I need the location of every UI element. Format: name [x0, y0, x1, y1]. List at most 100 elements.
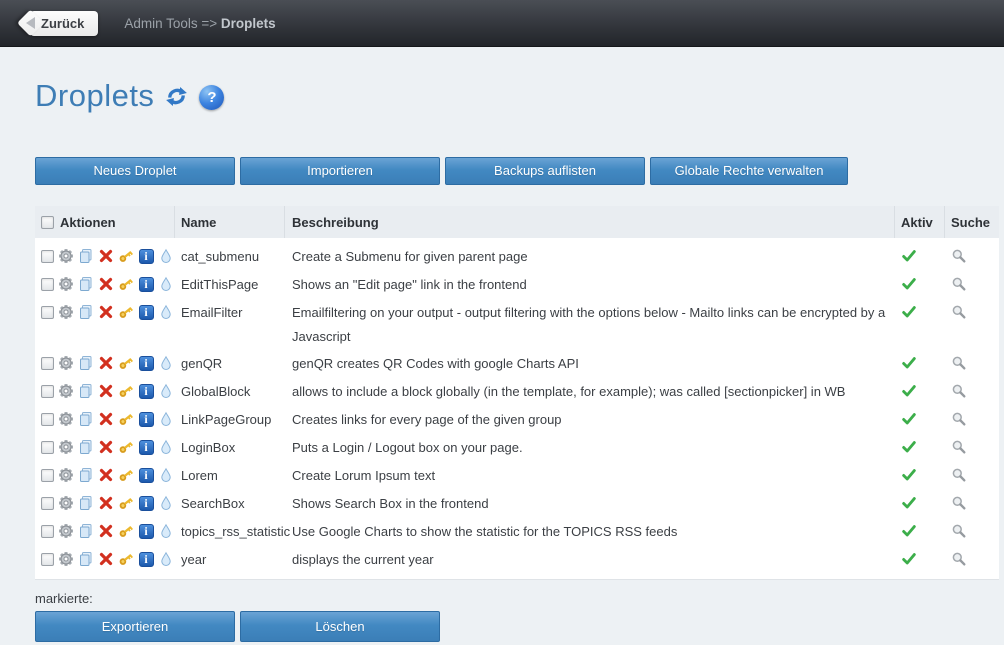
modify-gear-icon[interactable]	[58, 411, 74, 427]
info-icon[interactable]: i	[138, 495, 154, 511]
row-checkbox[interactable]	[41, 441, 54, 454]
copy-icon[interactable]	[78, 439, 94, 455]
search-icon[interactable]	[951, 383, 967, 399]
info-icon[interactable]: i	[138, 248, 154, 264]
search-icon[interactable]	[951, 248, 967, 264]
permissions-key-icon[interactable]	[118, 495, 134, 511]
active-check-icon[interactable]	[901, 383, 917, 399]
info-icon[interactable]: i	[138, 439, 154, 455]
import-button[interactable]: Importieren	[240, 157, 440, 185]
droplet-icon[interactable]	[158, 523, 174, 539]
active-check-icon[interactable]	[901, 439, 917, 455]
delete-icon[interactable]	[98, 304, 114, 320]
delete-icon[interactable]	[98, 411, 114, 427]
modify-gear-icon[interactable]	[58, 248, 74, 264]
global-permissions-button[interactable]: Globale Rechte verwalten	[650, 157, 848, 185]
info-icon[interactable]: i	[138, 411, 154, 427]
modify-gear-icon[interactable]	[58, 355, 74, 371]
active-check-icon[interactable]	[901, 551, 917, 567]
droplet-icon[interactable]	[158, 383, 174, 399]
search-icon[interactable]	[951, 467, 967, 483]
modify-gear-icon[interactable]	[58, 383, 74, 399]
search-icon[interactable]	[951, 276, 967, 292]
row-checkbox[interactable]	[41, 413, 54, 426]
copy-icon[interactable]	[78, 467, 94, 483]
modify-gear-icon[interactable]	[58, 523, 74, 539]
modify-gear-icon[interactable]	[58, 439, 74, 455]
delete-icon[interactable]	[98, 467, 114, 483]
back-button[interactable]: Zurück	[30, 11, 98, 36]
copy-icon[interactable]	[78, 383, 94, 399]
droplet-icon[interactable]	[158, 248, 174, 264]
droplet-icon[interactable]	[158, 551, 174, 567]
permissions-key-icon[interactable]	[118, 355, 134, 371]
droplet-icon[interactable]	[158, 439, 174, 455]
row-checkbox[interactable]	[41, 553, 54, 566]
modify-gear-icon[interactable]	[58, 495, 74, 511]
permissions-key-icon[interactable]	[118, 276, 134, 292]
row-checkbox[interactable]	[41, 357, 54, 370]
delete-icon[interactable]	[98, 248, 114, 264]
active-check-icon[interactable]	[901, 276, 917, 292]
delete-icon[interactable]	[98, 495, 114, 511]
search-icon[interactable]	[951, 411, 967, 427]
active-check-icon[interactable]	[901, 411, 917, 427]
droplet-icon[interactable]	[158, 411, 174, 427]
row-checkbox[interactable]	[41, 306, 54, 319]
permissions-key-icon[interactable]	[118, 304, 134, 320]
copy-icon[interactable]	[78, 276, 94, 292]
info-icon[interactable]: i	[138, 304, 154, 320]
row-checkbox[interactable]	[41, 497, 54, 510]
copy-icon[interactable]	[78, 304, 94, 320]
row-checkbox[interactable]	[41, 250, 54, 263]
droplet-icon[interactable]	[158, 276, 174, 292]
droplet-icon[interactable]	[158, 495, 174, 511]
droplet-icon[interactable]	[158, 304, 174, 320]
droplet-icon[interactable]	[158, 467, 174, 483]
permissions-key-icon[interactable]	[118, 523, 134, 539]
search-icon[interactable]	[951, 439, 967, 455]
copy-icon[interactable]	[78, 355, 94, 371]
search-icon[interactable]	[951, 495, 967, 511]
info-icon[interactable]: i	[138, 276, 154, 292]
export-button[interactable]: Exportieren	[35, 611, 235, 642]
permissions-key-icon[interactable]	[118, 551, 134, 567]
delete-icon[interactable]	[98, 276, 114, 292]
active-check-icon[interactable]	[901, 355, 917, 371]
search-icon[interactable]	[951, 523, 967, 539]
search-icon[interactable]	[951, 304, 967, 320]
refresh-icon[interactable]	[163, 84, 190, 112]
row-checkbox[interactable]	[41, 385, 54, 398]
delete-icon[interactable]	[98, 551, 114, 567]
row-checkbox[interactable]	[41, 469, 54, 482]
active-check-icon[interactable]	[901, 304, 917, 320]
delete-icon[interactable]	[98, 439, 114, 455]
permissions-key-icon[interactable]	[118, 467, 134, 483]
row-checkbox[interactable]	[41, 525, 54, 538]
droplet-icon[interactable]	[158, 355, 174, 371]
copy-icon[interactable]	[78, 495, 94, 511]
row-checkbox[interactable]	[41, 278, 54, 291]
permissions-key-icon[interactable]	[118, 439, 134, 455]
select-all-checkbox[interactable]	[41, 216, 54, 229]
permissions-key-icon[interactable]	[118, 411, 134, 427]
active-check-icon[interactable]	[901, 248, 917, 264]
list-backups-button[interactable]: Backups auflisten	[445, 157, 645, 185]
info-icon[interactable]: i	[138, 523, 154, 539]
copy-icon[interactable]	[78, 411, 94, 427]
modify-gear-icon[interactable]	[58, 276, 74, 292]
permissions-key-icon[interactable]	[118, 383, 134, 399]
delete-icon[interactable]	[98, 355, 114, 371]
search-icon[interactable]	[951, 355, 967, 371]
permissions-key-icon[interactable]	[118, 248, 134, 264]
search-icon[interactable]	[951, 551, 967, 567]
delete-icon[interactable]	[98, 523, 114, 539]
info-icon[interactable]: i	[138, 383, 154, 399]
help-icon[interactable]: ?	[199, 85, 224, 110]
info-icon[interactable]: i	[138, 467, 154, 483]
modify-gear-icon[interactable]	[58, 551, 74, 567]
active-check-icon[interactable]	[901, 495, 917, 511]
delete-icon[interactable]	[98, 383, 114, 399]
copy-icon[interactable]	[78, 551, 94, 567]
copy-icon[interactable]	[78, 248, 94, 264]
